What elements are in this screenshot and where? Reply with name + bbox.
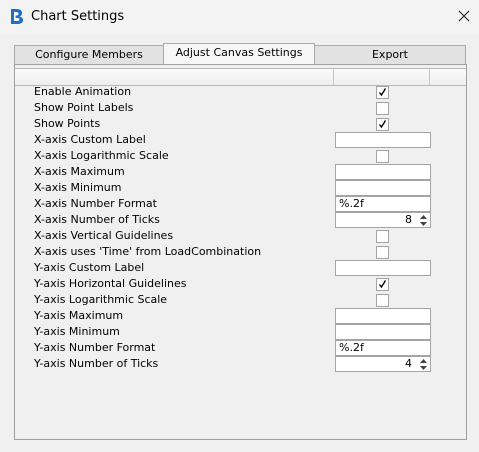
property-row-y-axis-maximum: Y-axis Maximum [15, 308, 466, 324]
x-axis-custom-label-field[interactable] [335, 132, 431, 148]
enable-animation-checkbox[interactable] [376, 86, 389, 99]
show-points-checkbox[interactable] [376, 118, 389, 131]
triangle-up-icon [419, 358, 427, 363]
property-label: X-axis Minimum [34, 181, 122, 194]
app-logo-icon [11, 9, 23, 24]
property-row-x-axis-minimum: X-axis Minimum [15, 180, 466, 196]
property-label: Y-axis Minimum [34, 325, 120, 338]
property-row-y-axis-custom-label: Y-axis Custom Label [15, 260, 466, 276]
column-divider [333, 69, 334, 85]
tab-adjust-canvas-settings[interactable]: Adjust Canvas Settings [163, 43, 315, 65]
property-label: Y-axis Number Format [34, 341, 156, 354]
property-row-x-axis-number-format: X-axis Number Format %.2f [15, 196, 466, 212]
property-row-y-axis-minimum: Y-axis Minimum [15, 324, 466, 340]
spinner-up-button[interactable] [417, 213, 429, 220]
close-button[interactable] [450, 2, 478, 30]
property-row-show-point-labels: Show Point Labels [15, 100, 466, 116]
property-row-x-axis-maximum: X-axis Maximum [15, 164, 466, 180]
spinner-value: 4 [405, 357, 412, 370]
property-label: Y-axis Maximum [34, 309, 124, 322]
tab-configure-members[interactable]: Configure Members [14, 45, 164, 64]
show-point-labels-checkbox[interactable] [376, 102, 389, 115]
property-label: Enable Animation [34, 85, 132, 98]
checkmark-icon [379, 88, 386, 96]
spinner-down-button[interactable] [417, 364, 429, 371]
property-row-x-axis-uses-time: X-axis uses 'Time' from LoadCombination [15, 244, 466, 260]
property-row-show-points: Show Points [15, 116, 466, 132]
y-axis-logarithmic-scale-checkbox[interactable] [376, 294, 389, 307]
tab-export[interactable]: Export [314, 45, 466, 64]
x-axis-logarithmic-scale-checkbox[interactable] [376, 150, 389, 163]
title-bar: Chart Settings [0, 0, 479, 34]
window-title: Chart Settings [31, 9, 125, 24]
spinner-up-button[interactable] [417, 357, 429, 364]
triangle-down-icon [419, 221, 427, 226]
property-label: X-axis Logarithmic Scale [34, 149, 169, 162]
property-label: X-axis Maximum [34, 165, 125, 178]
property-row-x-axis-vertical-guidelines: X-axis Vertical Guidelines [15, 228, 466, 244]
property-label: Y-axis Horizontal Guidelines [34, 277, 187, 290]
tab-bar: Configure Members Adjust Canvas Settings… [14, 43, 466, 65]
x-axis-maximum-field[interactable] [335, 164, 431, 180]
settings-panel: Enable Animation Show Point Labels Show … [14, 64, 467, 440]
property-label: Y-axis Logarithmic Scale [34, 293, 168, 306]
triangle-down-icon [419, 365, 427, 370]
close-icon [458, 10, 470, 22]
checkmark-icon [379, 280, 386, 288]
property-row-y-axis-logarithmic-scale: Y-axis Logarithmic Scale [15, 292, 466, 308]
y-axis-minimum-field[interactable] [335, 324, 431, 340]
property-label: X-axis uses 'Time' from LoadCombination [34, 245, 262, 258]
property-label: Y-axis Number of Ticks [34, 357, 159, 370]
property-row-y-axis-number-format: Y-axis Number Format %.2f [15, 340, 466, 356]
property-label: X-axis Vertical Guidelines [34, 229, 174, 242]
x-axis-uses-time-checkbox[interactable] [376, 246, 389, 259]
property-label: Show Points [34, 117, 101, 130]
spinner-value: 8 [405, 213, 412, 226]
x-axis-minimum-field[interactable] [335, 180, 431, 196]
property-label: Show Point Labels [34, 101, 134, 114]
x-axis-number-of-ticks-spinner[interactable]: 8 [335, 212, 431, 228]
triangle-up-icon [419, 214, 427, 219]
property-row-x-axis-custom-label: X-axis Custom Label [15, 132, 466, 148]
y-axis-custom-label-field[interactable] [335, 260, 431, 276]
property-label: X-axis Number Format [34, 197, 157, 210]
property-label: Y-axis Custom Label [34, 261, 145, 274]
property-label: X-axis Number of Ticks [34, 213, 160, 226]
property-label: X-axis Custom Label [34, 133, 146, 146]
x-axis-number-format-field[interactable]: %.2f [335, 196, 431, 212]
spinner-down-button[interactable] [417, 220, 429, 227]
property-row-x-axis-logarithmic-scale: X-axis Logarithmic Scale [15, 148, 466, 164]
property-row-x-axis-number-of-ticks: X-axis Number of Ticks 8 [15, 212, 466, 228]
y-axis-number-of-ticks-spinner[interactable]: 4 [335, 356, 431, 372]
y-axis-horizontal-guidelines-checkbox[interactable] [376, 278, 389, 291]
column-divider [429, 69, 430, 85]
y-axis-number-format-field[interactable]: %.2f [335, 340, 431, 356]
checkmark-icon [379, 120, 386, 128]
property-row-y-axis-horizontal-guidelines: Y-axis Horizontal Guidelines [15, 276, 466, 292]
property-row-enable-animation: Enable Animation [15, 84, 466, 100]
property-row-y-axis-number-of-ticks: Y-axis Number of Ticks 4 [15, 356, 466, 372]
x-axis-vertical-guidelines-checkbox[interactable] [376, 230, 389, 243]
y-axis-maximum-field[interactable] [335, 308, 431, 324]
